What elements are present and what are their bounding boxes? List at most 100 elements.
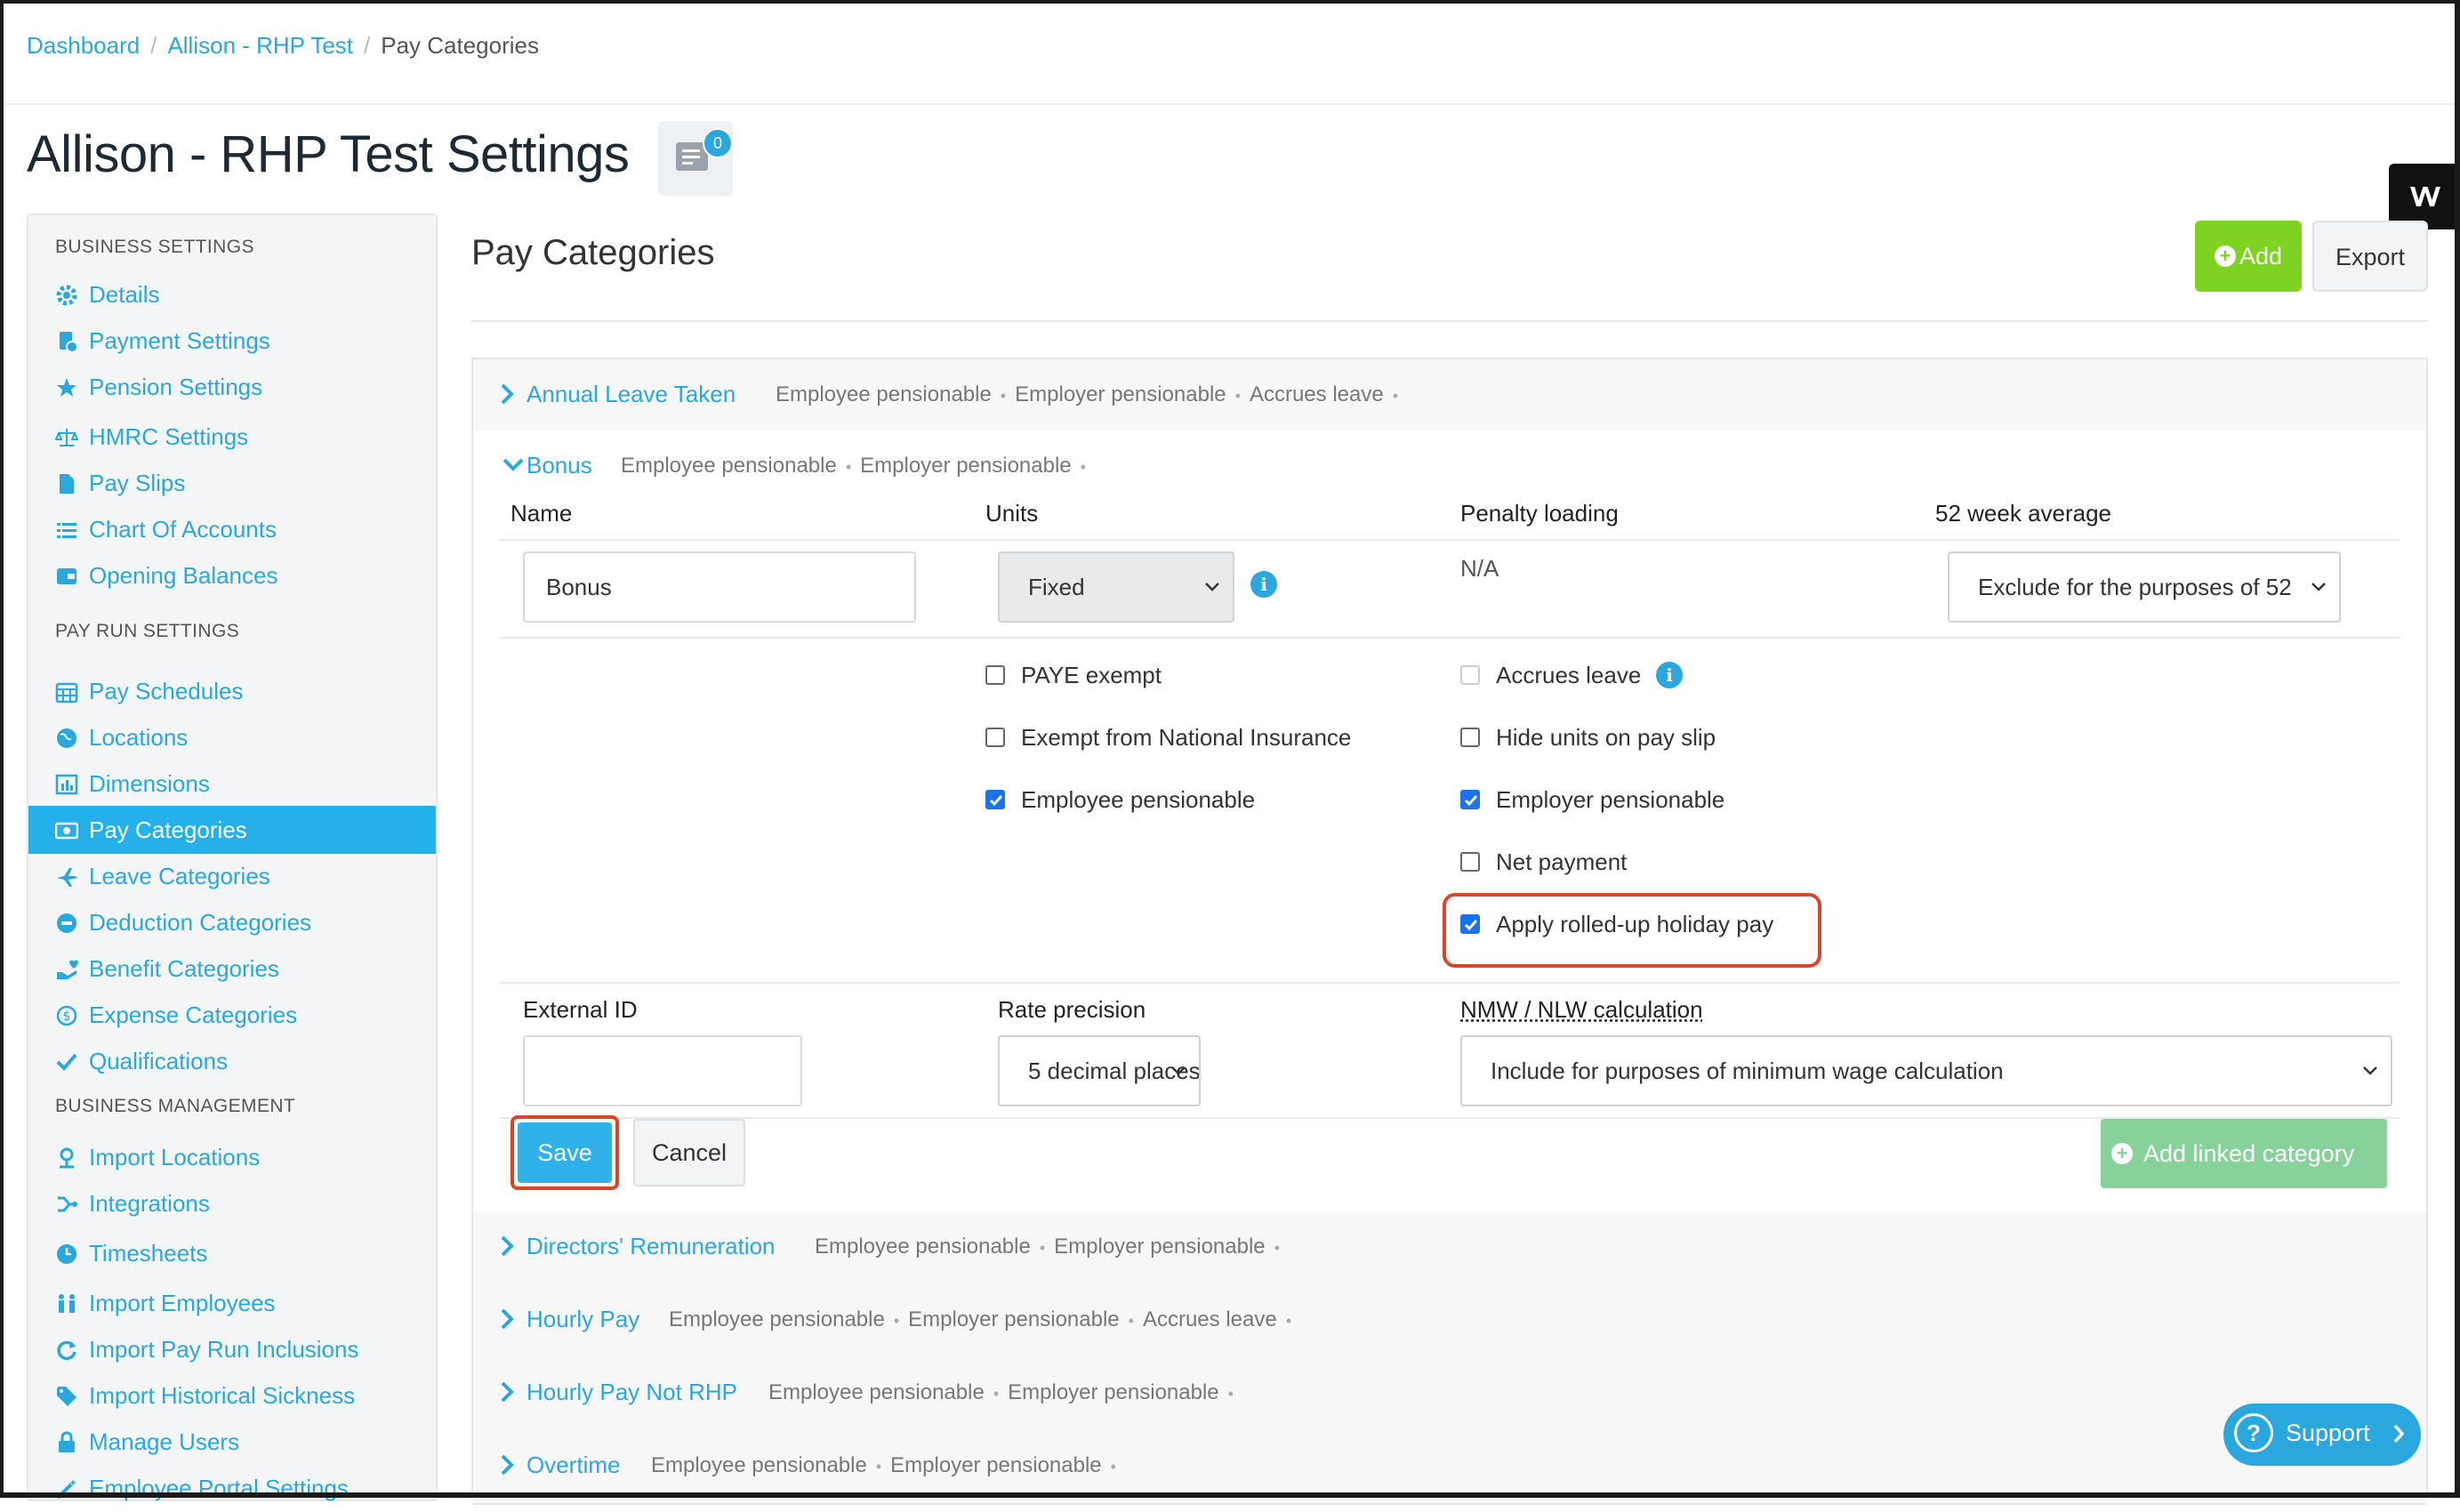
accrues-leave-label: Accrues leave xyxy=(1496,662,1641,689)
units-select[interactable]: Fixed xyxy=(998,551,1234,623)
sidebar-item-import-locations[interactable]: Import Locations xyxy=(28,1133,436,1181)
category-row-hourly-pay-not-rhp[interactable]: Hourly Pay Not RHP Employee pensionable •… xyxy=(473,1357,2426,1432)
sidebar-item-label: Qualifications xyxy=(89,1037,228,1085)
sidebar-item-hmrc-settings[interactable]: HMRC Settings xyxy=(28,413,436,461)
support-button[interactable]: ? Support xyxy=(2223,1403,2421,1466)
sidebar-item-label: Pension Settings xyxy=(89,363,262,411)
save-button[interactable]: Save xyxy=(518,1122,612,1183)
sidebar-item-label: Locations xyxy=(89,713,188,761)
sidebar-item-leave-categories[interactable]: Leave Categories xyxy=(28,852,436,900)
sidebar-item-payment-settings[interactable]: Payment Settings xyxy=(28,317,436,365)
sidebar-item-expense-categories[interactable]: $ Expense Categories xyxy=(28,991,436,1039)
sidebar-item-import-pay-run-inclusions[interactable]: Import Pay Run Inclusions xyxy=(28,1325,436,1373)
sidebar-item-locations[interactable]: Locations xyxy=(28,713,436,761)
sidebar-item-label: Leave Categories xyxy=(89,852,270,900)
w-logo-icon xyxy=(2408,183,2442,210)
info-icon[interactable]: i xyxy=(1656,662,1683,688)
sidebar-item-manage-users[interactable]: Manage Users xyxy=(28,1418,436,1466)
sidebar-item-label: Import Pay Run Inclusions xyxy=(89,1325,358,1373)
sidebar-item-dimensions[interactable]: Dimensions xyxy=(28,760,436,808)
tag: Employer pensionable xyxy=(890,1453,1101,1477)
employer-pensionable-checkbox[interactable] xyxy=(1460,790,1480,809)
sidebar-item-pension-settings[interactable]: Pension Settings xyxy=(28,363,436,411)
map-pin-icon xyxy=(55,1146,78,1170)
exempt-ni-checkbox[interactable] xyxy=(985,728,1005,747)
chevron-down-icon[interactable] xyxy=(502,457,525,471)
export-button[interactable]: Export xyxy=(2312,221,2428,292)
notes-count-badge: 0 xyxy=(703,128,733,158)
breadcrumb-business[interactable]: Allison - RHP Test xyxy=(167,32,353,59)
rolled-up-holiday-checkbox[interactable] xyxy=(1460,914,1480,934)
cancel-button[interactable]: Cancel xyxy=(633,1119,745,1186)
avg52-select[interactable]: Exclude for the purposes of 52 xyxy=(1948,551,2341,623)
support-label: Support xyxy=(2286,1420,2370,1447)
sidebar-item-pay-slips[interactable]: Pay Slips xyxy=(28,459,436,507)
sidebar-item-import-employees[interactable]: Import Employees xyxy=(28,1279,436,1327)
accrues-leave-checkbox[interactable] xyxy=(1460,665,1480,685)
sidebar-item-employee-portal-settings[interactable]: Employee Portal Settings xyxy=(28,1464,436,1512)
sidebar-item-label: Pay Schedules xyxy=(89,667,243,715)
sidebar-item-deduction-categories[interactable]: Deduction Categories xyxy=(28,898,436,946)
category-name[interactable]: Overtime xyxy=(527,1452,620,1479)
add-button[interactable]: + Add xyxy=(2195,221,2302,292)
nmw-select[interactable]: Include for purposes of minimum wage cal… xyxy=(1460,1035,2392,1106)
sidebar-item-pay-schedules[interactable]: Pay Schedules xyxy=(28,667,436,715)
category-row-overtime[interactable]: Overtime Employee pensionable • Employer p… xyxy=(473,1430,2426,1505)
sidebar-item-pay-categories[interactable]: Pay Categories xyxy=(28,806,436,854)
sidebar-item-label: Expense Categories xyxy=(89,991,297,1039)
category-name[interactable]: Annual Leave Taken xyxy=(527,381,736,408)
name-input[interactable]: Bonus xyxy=(523,551,916,623)
checkmark-icon xyxy=(1463,917,1479,933)
tag: Employer pensionable xyxy=(1015,382,1226,406)
net-payment-checkbox[interactable] xyxy=(1460,852,1480,872)
chevron-right-icon xyxy=(500,1453,514,1476)
sidebar-item-integrations[interactable]: Integrations xyxy=(28,1179,436,1227)
category-tags: Employee pensionable • Employer pensionabl… xyxy=(768,1380,1242,1405)
breadcrumb-separator: / xyxy=(150,32,157,59)
hide-units-checkbox[interactable] xyxy=(1460,728,1480,747)
category-row-annual-leave[interactable]: Annual Leave Taken Employee pensionable •… xyxy=(473,359,2426,432)
name-header: Name xyxy=(510,500,572,527)
net-payment-label: Net payment xyxy=(1496,848,1627,876)
avg52-header: 52 week average xyxy=(1935,500,2111,527)
category-tags: Employee pensionable • Employer pensionabl… xyxy=(669,1307,1300,1332)
tag: Employee pensionable xyxy=(776,382,992,406)
tag: Employer pensionable xyxy=(908,1307,1119,1331)
tag: Employee pensionable xyxy=(815,1235,1031,1259)
category-name[interactable]: Directors' Remuneration xyxy=(527,1233,776,1260)
sidebar-item-label: Details xyxy=(89,270,159,318)
breadcrumb: Dashboard / Allison - RHP Test / Pay Categor… xyxy=(27,32,539,60)
sidebar-item-chart-of-accounts[interactable]: Chart Of Accounts xyxy=(28,505,436,553)
money-icon xyxy=(55,819,78,842)
category-row-hourly-pay[interactable]: Hourly Pay Employee pensionable • Employer… xyxy=(473,1284,2426,1359)
sidebar-item-opening-balances[interactable]: Opening Balances xyxy=(28,551,436,599)
breadcrumb-dashboard[interactable]: Dashboard xyxy=(27,32,140,59)
sidebar-item-import-historical-sickness[interactable]: Import Historical Sickness xyxy=(28,1371,436,1420)
info-icon[interactable]: i xyxy=(1250,571,1277,598)
category-name[interactable]: Hourly Pay xyxy=(527,1306,639,1333)
employee-pensionable-checkbox[interactable] xyxy=(985,790,1005,809)
sidebar-item-benefit-categories[interactable]: Benefit Categories xyxy=(28,945,436,993)
category-name[interactable]: Bonus xyxy=(527,452,592,479)
category-row-directors-remuneration[interactable]: Directors' Remuneration Employee pension… xyxy=(473,1211,2426,1286)
divider xyxy=(471,320,2428,322)
refresh-icon xyxy=(55,1339,78,1362)
external-id-input[interactable] xyxy=(523,1035,802,1106)
notes-button[interactable]: 0 xyxy=(658,121,733,196)
sidebar-item-details[interactable]: Details xyxy=(28,270,436,318)
w-widget-tab[interactable] xyxy=(2389,164,2460,229)
rate-precision-select[interactable]: 5 decimal places xyxy=(998,1035,1201,1106)
tag: Employer pensionable xyxy=(1008,1380,1218,1404)
category-name[interactable]: Hourly Pay Not RHP xyxy=(527,1379,737,1406)
clock-icon xyxy=(55,1243,78,1266)
sidebar-item-label: Import Employees xyxy=(89,1279,276,1327)
tag-icon xyxy=(55,1385,78,1408)
employee-pensionable-label: Employee pensionable xyxy=(1021,786,1255,814)
add-linked-category-button[interactable]: + Add linked category xyxy=(2101,1119,2387,1188)
sidebar-item-label: Pay Categories xyxy=(89,806,247,854)
sidebar-item-qualifications[interactable]: Qualifications xyxy=(28,1037,436,1085)
paye-exempt-checkbox[interactable] xyxy=(985,665,1005,685)
sidebar-item-timesheets[interactable]: Timesheets xyxy=(28,1229,436,1277)
divider xyxy=(500,637,2400,639)
divider xyxy=(500,539,2400,541)
